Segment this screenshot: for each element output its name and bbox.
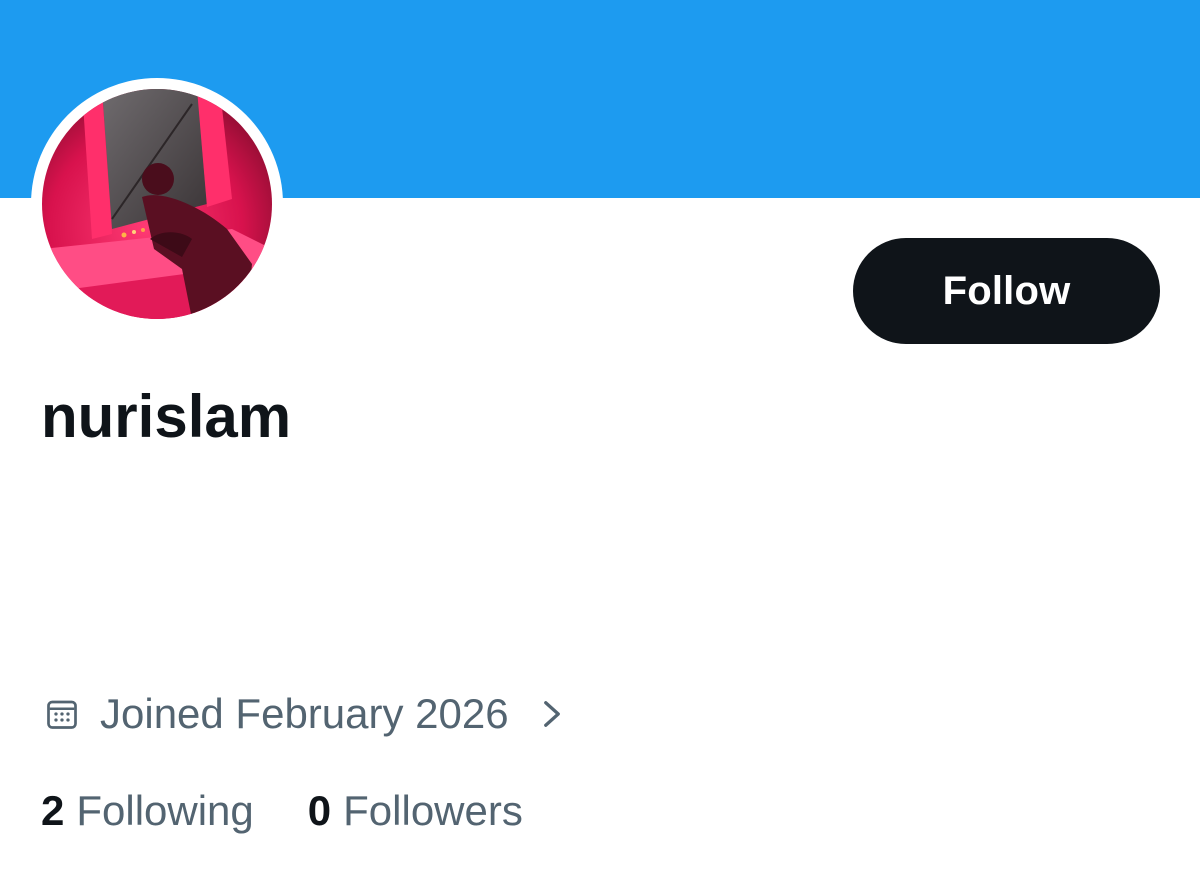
joined-date-link[interactable]: Joined February 2026: [44, 688, 567, 740]
following-label: Following: [76, 787, 254, 834]
followers-link[interactable]: 0 Followers: [308, 787, 523, 835]
avatar-image: [42, 89, 272, 319]
following-count: 2: [41, 787, 65, 834]
profile-display-name: nurislam: [41, 383, 292, 450]
following-link[interactable]: 2 Following: [41, 787, 254, 835]
followers-label: Followers: [343, 787, 523, 834]
follow-stats: 2 Following 0 Followers: [41, 784, 523, 838]
chevron-right-icon: [537, 694, 567, 734]
followers-count: 0: [307, 787, 332, 834]
profile-page: Follow nurislam Joined February 2026 2 F…: [0, 0, 1200, 876]
calendar-icon: [44, 696, 80, 732]
joined-date-text: Joined February 2026: [100, 690, 509, 737]
avatar[interactable]: [31, 78, 283, 330]
follow-button[interactable]: Follow: [853, 238, 1160, 344]
avatar-photo: [42, 89, 272, 319]
